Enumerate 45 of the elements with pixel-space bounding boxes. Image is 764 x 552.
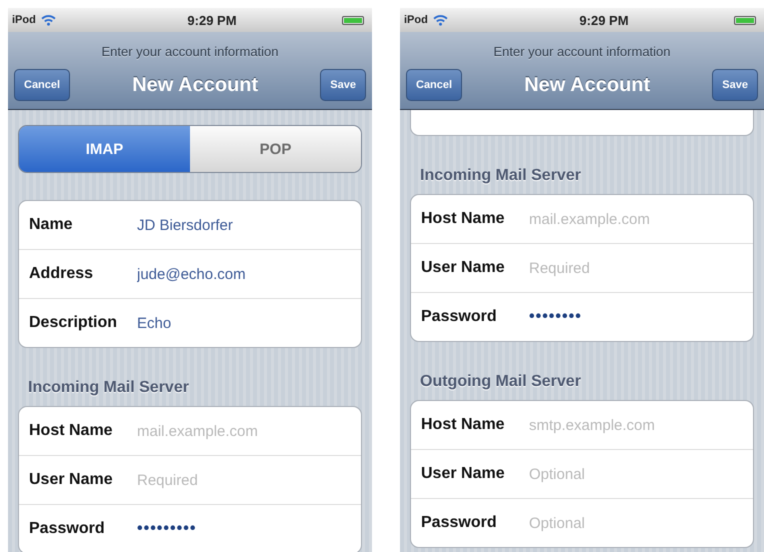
- field-label: Host Name: [421, 210, 506, 228]
- segment-tab[interactable]: POP: [190, 126, 361, 172]
- wifi-icon: [40, 14, 56, 26]
- field-label: Password: [421, 514, 498, 532]
- battery-icon: [342, 16, 364, 24]
- text-field[interactable]: Echo: [137, 314, 351, 332]
- battery-icon: [734, 16, 756, 24]
- field-label: Host Name: [29, 422, 114, 440]
- field-label: Password: [29, 520, 106, 538]
- text-field[interactable]: jude@echo.com: [137, 266, 351, 282]
- text-field[interactable]: mail.example.com: [529, 210, 743, 228]
- status-time: 9:29 PM: [187, 12, 237, 28]
- text-field[interactable]: Optional: [529, 466, 743, 482]
- wifi-icon: [432, 14, 448, 26]
- field-label: User Name: [29, 471, 114, 489]
- field-label: Name: [29, 216, 74, 234]
- carrier-label: iPod: [12, 14, 36, 26]
- field-label: User Name: [421, 465, 506, 483]
- field-label: Description: [29, 314, 118, 332]
- text-field[interactable]: mail.example.com: [137, 422, 351, 440]
- nav-title: New Account: [132, 74, 258, 96]
- section-header: Incoming Mail Server: [419, 166, 582, 186]
- prompt-text: Enter your account information: [492, 43, 672, 61]
- text-field[interactable]: Required: [137, 472, 351, 488]
- field-label: Host Name: [421, 416, 506, 434]
- field-label: Address: [29, 265, 94, 283]
- password-field[interactable]: Optional: [529, 514, 743, 532]
- segment-tab[interactable]: IMAP: [19, 126, 190, 172]
- save-button[interactable]: Save: [712, 69, 758, 101]
- field-label: Password: [421, 308, 498, 326]
- field-label: User Name: [421, 259, 506, 277]
- text-field[interactable]: smtp.example.com: [529, 416, 743, 434]
- text-field[interactable]: JD Biersdorfer: [137, 216, 351, 234]
- status-time: 9:29 PM: [579, 12, 629, 28]
- password-field[interactable]: •••••••••: [137, 520, 351, 538]
- password-field[interactable]: ••••••••: [529, 308, 743, 326]
- section-header: Outgoing Mail Server: [419, 372, 582, 392]
- section-header: Incoming Mail Server: [27, 378, 190, 398]
- prompt-text: Enter your account information: [100, 43, 280, 61]
- cancel-button[interactable]: Cancel: [406, 69, 462, 101]
- cancel-button[interactable]: Cancel: [14, 69, 70, 101]
- save-button[interactable]: Save: [320, 69, 366, 101]
- carrier-label: iPod: [404, 14, 428, 26]
- text-field[interactable]: Required: [529, 260, 743, 276]
- nav-title: New Account: [524, 74, 650, 96]
